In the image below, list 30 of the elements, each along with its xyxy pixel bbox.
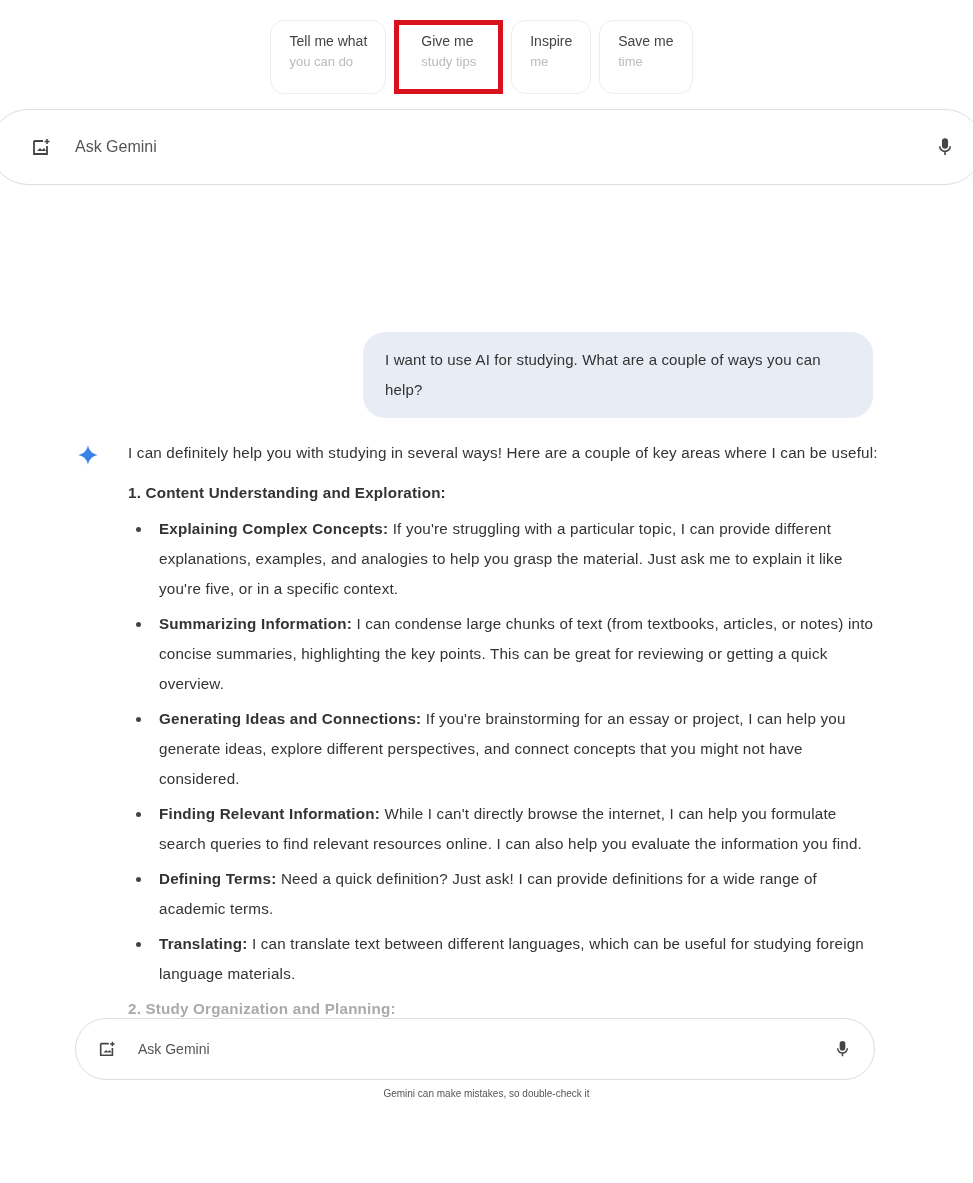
list-item-text: Translating: I can translate text between different languages, which can be useful for studying foreign language materials.	[159, 934, 865, 984]
prompt-input[interactable]: Ask Gemini	[73, 137, 938, 157]
microphone-icon[interactable]	[836, 1040, 849, 1058]
bullet-icon	[136, 717, 141, 722]
suggestion-chip[interactable]: Tell me what you can do	[270, 20, 387, 94]
microphone-icon[interactable]	[938, 137, 952, 157]
disclaimer-text: Gemini can make mistakes, so double-check it	[382, 1088, 591, 1099]
bullet-icon	[136, 812, 141, 817]
prompt-field[interactable]: Ask Gemini	[0, 109, 973, 185]
add-image-icon[interactable]	[98, 1040, 116, 1058]
list-item-text: Explaining Complex Concepts: If you're struggling with a particular topic, I can provide different explanations, examples, and analogies to help you grasp the material. Just ask me to explain it like you're five, or in a specific context.	[159, 519, 844, 599]
bullet-icon	[136, 942, 141, 947]
list-item-text: Summarizing Information: I can condense large chunks of text (from textbooks, articles, or notes) into concise summaries, highlighting the key points. This can be great for reviewing or getting a quick overview.	[159, 614, 875, 694]
suggestion-chip[interactable]: Save me time	[599, 20, 693, 94]
response-text: I can definitely help you with studying in several ways! Here are a couple of key areas where I can be useful:	[128, 443, 879, 463]
bullet-icon	[136, 622, 141, 627]
suggestion-chip[interactable]: Give me study tips	[394, 20, 504, 94]
section-heading: 1. Content Understanding and Exploration:	[128, 483, 447, 503]
list-item-text: Defining Terms: Need a quick definition? Just ask! I can provide definitions for a wide range of academic terms.	[159, 869, 818, 919]
bullet-icon	[136, 877, 141, 882]
sparkle-icon	[78, 445, 98, 465]
add-image-icon[interactable]	[31, 137, 51, 157]
bullet-icon	[136, 527, 141, 532]
user-message: I want to use AI for studying. What are a couple of ways you can help?	[363, 332, 873, 418]
list-item-text: Generating Ideas and Connections: If you're brainstorming for an essay or project, I can help you generate ideas, explore different perspectives, and connect concepts that you might not have considered.	[159, 709, 847, 789]
list-item-text: Finding Relevant Information: While I can't directly browse the internet, I can help you formulate search queries to find relevant resources online. I can also help you evaluate the information you find.	[159, 804, 863, 854]
prompt-field[interactable]: Ask Gemini	[75, 1018, 875, 1080]
suggestion-chip[interactable]: Inspire me	[511, 20, 592, 94]
section-heading: 2. Study Organization and Planning:	[128, 999, 397, 1019]
prompt-input[interactable]: Ask Gemini	[136, 1040, 836, 1058]
